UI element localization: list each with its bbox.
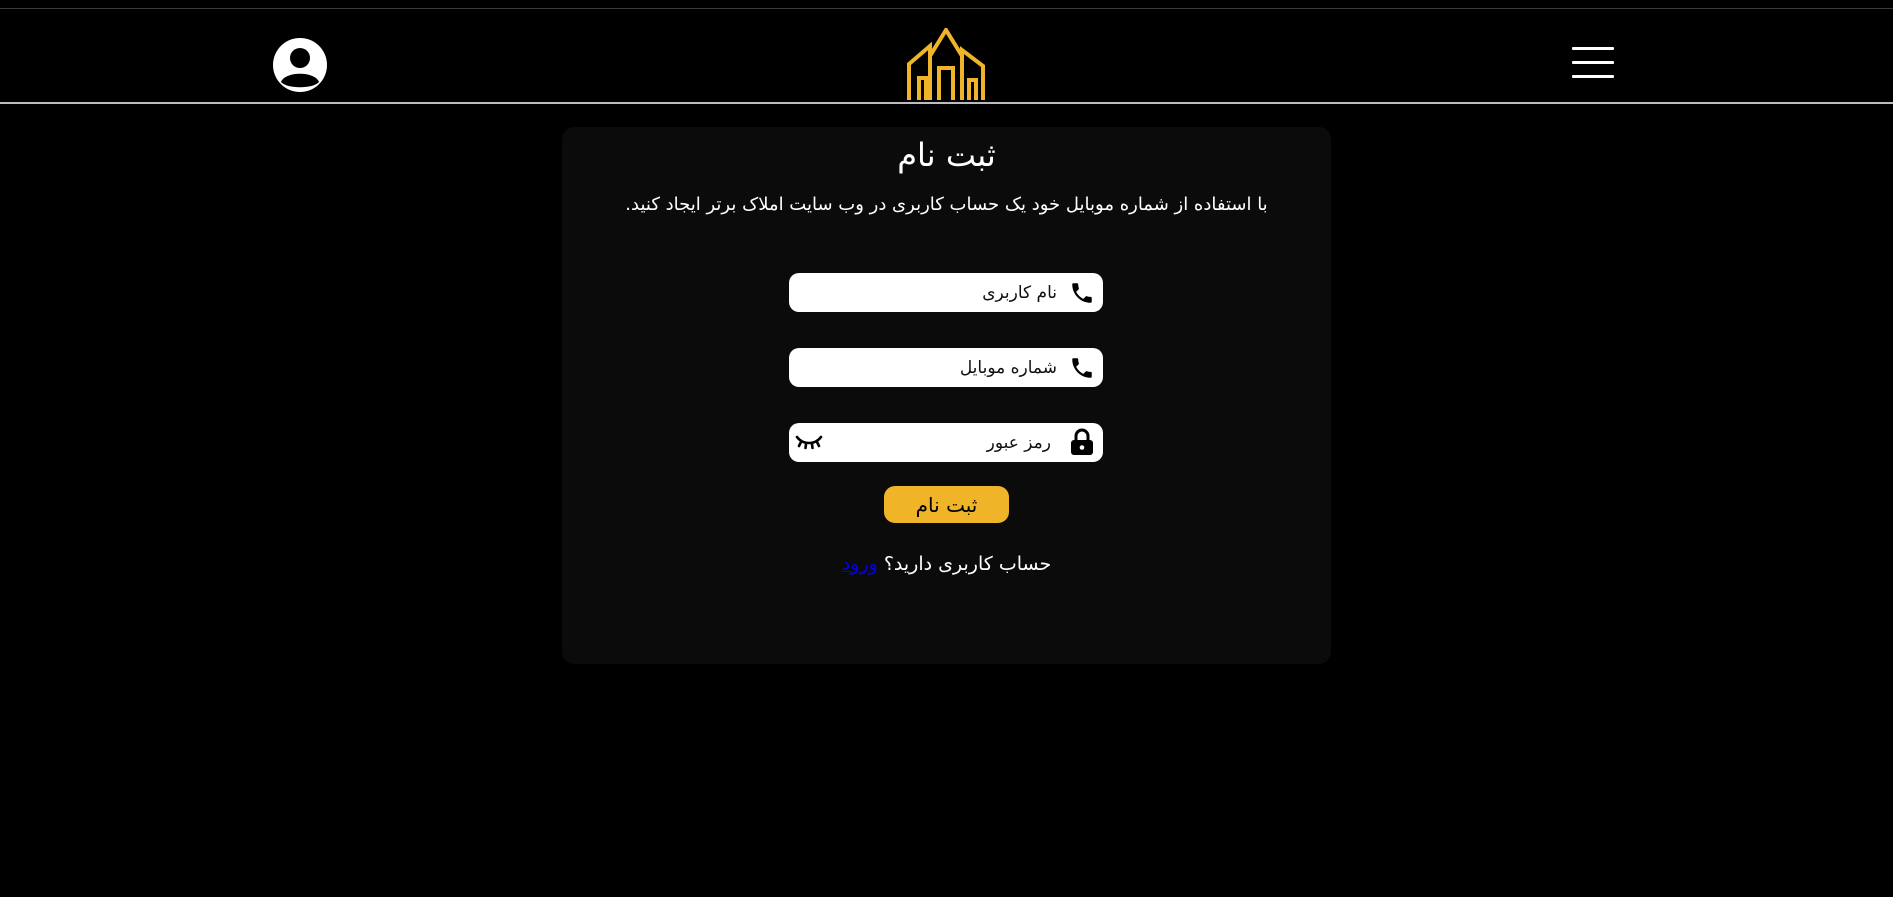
signup-submit-button[interactable]: ثبت نام — [884, 486, 1009, 523]
user-avatar-icon[interactable] — [273, 38, 327, 92]
login-link[interactable]: ورود — [842, 553, 878, 575]
phone-icon — [1069, 280, 1095, 306]
signup-card: ثبت نام با استفاده از شماره موبایل خود ی… — [562, 127, 1331, 664]
username-input[interactable] — [829, 273, 1057, 312]
password-field — [789, 423, 1103, 462]
have-account-text: حساب کاربری دارید؟ — [883, 553, 1052, 575]
login-prompt: حساب کاربری دارید؟ ورود — [562, 550, 1331, 578]
password-input[interactable] — [829, 423, 1051, 462]
building-logo-icon[interactable] — [906, 26, 986, 102]
lock-icon — [1069, 428, 1095, 455]
username-field — [789, 273, 1103, 312]
header-divider — [0, 102, 1893, 104]
mobile-field — [789, 348, 1103, 387]
site-header — [0, 9, 1893, 102]
phone-icon — [1069, 355, 1095, 381]
mobile-input[interactable] — [829, 348, 1057, 387]
eye-closed-icon[interactable] — [794, 432, 824, 452]
hamburger-menu-icon[interactable] — [1572, 47, 1614, 81]
page-title: ثبت نام — [897, 136, 996, 174]
signup-description: با استفاده از شماره موبایل خود یک حساب ک… — [625, 194, 1268, 215]
